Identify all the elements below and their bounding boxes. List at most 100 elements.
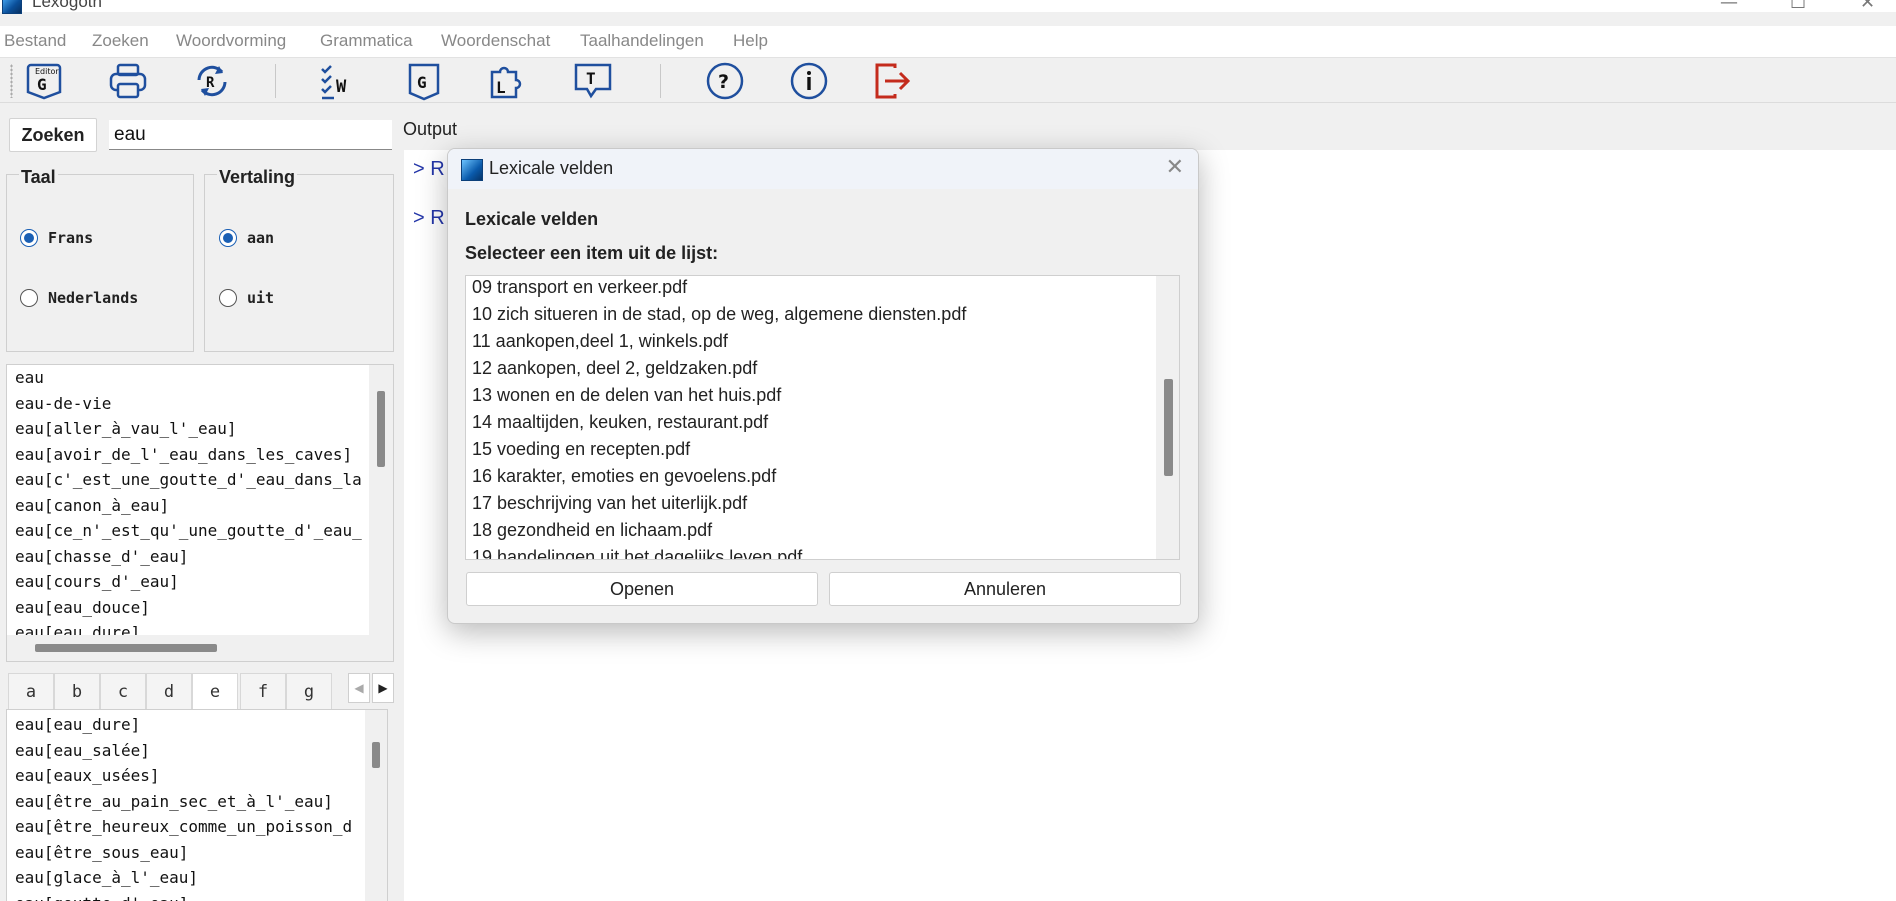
scrollbar-thumb[interactable] xyxy=(377,391,385,467)
tab-b[interactable]: b xyxy=(54,673,100,709)
menu-taalhandelingen[interactable]: Taalhandelingen xyxy=(580,31,704,51)
print-button[interactable] xyxy=(107,60,149,102)
radio-indicator xyxy=(219,229,237,247)
tab-g[interactable]: g xyxy=(286,673,332,709)
editor-g-button[interactable]: Editor G xyxy=(23,60,65,102)
list-item[interactable]: eau[c'_est_une_goutte_d'_eau_dans_la xyxy=(9,467,369,493)
puzzle-l-button[interactable]: L xyxy=(487,60,529,102)
minimize-icon[interactable]: — xyxy=(1720,0,1738,13)
app-window: Lexogoth — ☐ ✕ Bestand Zoeken Woordvormi… xyxy=(0,0,1896,901)
app-logo-icon xyxy=(2,0,22,14)
close-window-icon[interactable]: ✕ xyxy=(1860,0,1875,13)
list-item[interactable]: eau[être_heureux_comme_un_poisson_d xyxy=(9,814,365,840)
list-item[interactable]: 11 aankopen,deel 1, winkels.pdf xyxy=(466,328,1156,355)
list-item[interactable]: eau-de-vie xyxy=(9,391,369,417)
menu-help[interactable]: Help xyxy=(733,31,768,51)
scrollbar-thumb[interactable] xyxy=(1164,379,1173,476)
list-item[interactable]: eau[goutte_d'_eau] xyxy=(9,891,365,901)
menu-woordvorming[interactable]: Woordvorming xyxy=(176,31,286,51)
list-item[interactable]: eau[ce_n'_est_qu'_une_goutte_d'_eau_ xyxy=(9,518,369,544)
dialog-title: Lexicale velden xyxy=(489,158,614,178)
help-button[interactable]: ? xyxy=(704,60,746,102)
list-item[interactable]: 10 zich situeren in de stad, op de weg, … xyxy=(466,301,1156,328)
word-list-hscrollbar[interactable] xyxy=(7,635,393,661)
list-item[interactable]: eau xyxy=(9,365,369,391)
list-item[interactable]: 13 wonen en de delen van het huis.pdf xyxy=(466,382,1156,409)
editor-g-icon: Editor G xyxy=(26,63,62,100)
list-item[interactable]: eau[eau_salée] xyxy=(9,738,365,764)
list-item[interactable]: 09 transport en verkeer.pdf xyxy=(466,276,1156,301)
list-item[interactable]: 14 maaltijden, keuken, restaurant.pdf xyxy=(466,409,1156,436)
radio-indicator xyxy=(20,229,38,247)
scrollbar-thumb[interactable] xyxy=(372,742,380,768)
tab-scroll-right-icon[interactable]: ▶ xyxy=(372,673,394,703)
checklist-w-button[interactable]: W xyxy=(318,60,360,102)
list-item[interactable]: eau[eau_dure] xyxy=(9,620,369,635)
radio-nederlands[interactable]: Nederlands xyxy=(20,289,138,307)
tab-d[interactable]: d xyxy=(146,673,192,709)
close-icon[interactable]: ✕ xyxy=(1166,155,1184,180)
dialog-file-list[interactable]: 09 transport en verkeer.pdf 10 zich situ… xyxy=(465,275,1180,560)
scrollbar-thumb[interactable] xyxy=(35,644,217,652)
menu-woordenschat[interactable]: Woordenschat xyxy=(441,31,550,51)
list-item[interactable]: 17 beschrijving van het uiterlijk.pdf xyxy=(466,490,1156,517)
tab-c[interactable]: c xyxy=(100,673,146,709)
menu-bestand[interactable]: Bestand xyxy=(4,31,66,51)
list-item[interactable]: 16 karakter, emoties en gevoelens.pdf xyxy=(466,463,1156,490)
menu-bar: Bestand Zoeken Woordvorming Grammatica W… xyxy=(0,26,1896,58)
app-logo-icon xyxy=(461,159,483,181)
list-item[interactable]: eau[être_sous_eau] xyxy=(9,840,365,866)
maximize-icon[interactable]: ☐ xyxy=(1790,0,1806,13)
list-item[interactable]: eau[glace_à_l'_eau] xyxy=(9,865,365,891)
list-item[interactable]: eau[cours_d'_eau] xyxy=(9,569,369,595)
radio-label: Nederlands xyxy=(48,289,139,307)
letter-list-viewport: eau[eau_dure] eau[eau_salée] eau[eaux_us… xyxy=(9,712,365,901)
list-item[interactable]: 19 handelingen uit het dagelijks leven.p… xyxy=(466,544,1156,559)
exit-button[interactable] xyxy=(871,60,913,102)
list-item[interactable]: eau[eau_dure] xyxy=(9,712,365,738)
search-input[interactable] xyxy=(109,120,392,150)
word-list-vscrollbar[interactable] xyxy=(369,365,393,635)
taal-group-title: Taal xyxy=(19,167,58,188)
list-item[interactable]: 12 aankopen, deel 2, geldzaken.pdf xyxy=(466,355,1156,382)
radio-uit[interactable]: uit xyxy=(219,289,274,307)
open-button[interactable]: Openen xyxy=(466,572,818,606)
refresh-r-button[interactable]: R xyxy=(191,60,233,102)
list-item[interactable]: eau[eau_douce] xyxy=(9,595,369,621)
tab-e[interactable]: e xyxy=(192,673,238,709)
output-tree-row[interactable]: > R xyxy=(413,158,445,181)
word-list[interactable]: eau eau-de-vie eau[aller_à_vau_l'_eau] e… xyxy=(6,364,394,662)
toolbar-grip xyxy=(10,64,13,98)
radio-aan[interactable]: aan xyxy=(219,229,274,247)
letter-list[interactable]: eau[eau_dure] eau[eau_salée] eau[eaux_us… xyxy=(6,709,388,901)
search-button[interactable]: Zoeken xyxy=(9,118,97,152)
speech-t-button[interactable]: T xyxy=(572,60,614,102)
tab-scroll-left-icon[interactable]: ◀ xyxy=(348,673,370,703)
letter-list-vscrollbar[interactable] xyxy=(365,710,387,901)
output-tree-row[interactable]: > R xyxy=(413,207,445,230)
menu-grammatica[interactable]: Grammatica xyxy=(320,31,413,51)
lexicale-velden-dialog: Lexicale velden ✕ Lexicale velden Select… xyxy=(447,148,1199,624)
tab-a[interactable]: a xyxy=(8,673,54,709)
cancel-button[interactable]: Annuleren xyxy=(829,572,1181,606)
list-item[interactable]: 15 voeding en recepten.pdf xyxy=(466,436,1156,463)
list-item[interactable]: eau[chasse_d'_eau] xyxy=(9,544,369,570)
list-item[interactable]: eau[aller_à_vau_l'_eau] xyxy=(9,416,369,442)
list-item[interactable]: eau[eaux_usées] xyxy=(9,763,365,789)
list-item[interactable]: eau[être_au_pain_sec_et_à_l'_eau] xyxy=(9,789,365,815)
list-item[interactable]: 18 gezondheid en lichaam.pdf xyxy=(466,517,1156,544)
radio-indicator xyxy=(20,289,38,307)
info-button[interactable] xyxy=(788,60,830,102)
svg-text:R: R xyxy=(206,75,215,91)
bookmark-g-button[interactable]: G xyxy=(403,60,445,102)
radio-frans[interactable]: Frans xyxy=(20,229,93,247)
list-item[interactable]: eau[avoir_de_l'_eau_dans_les_caves] xyxy=(9,442,369,468)
menu-zoeken[interactable]: Zoeken xyxy=(92,31,149,51)
list-item[interactable]: eau[canon_à_eau] xyxy=(9,493,369,519)
svg-text:L: L xyxy=(496,78,506,97)
help-icon: ? xyxy=(706,62,744,100)
printer-icon xyxy=(109,63,147,99)
dialog-list-vscrollbar[interactable] xyxy=(1156,276,1179,559)
tab-f[interactable]: f xyxy=(240,673,286,709)
svg-text:?: ? xyxy=(718,71,729,93)
